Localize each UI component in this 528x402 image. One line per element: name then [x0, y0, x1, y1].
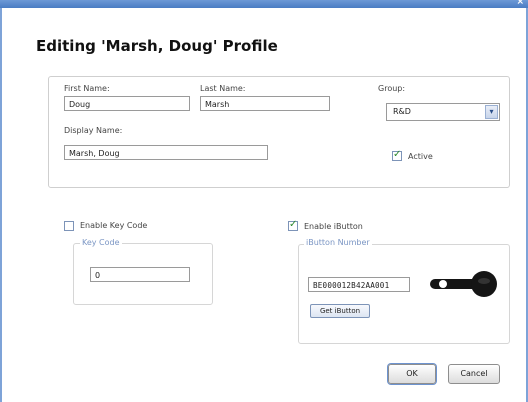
key-code-legend: Key Code: [80, 238, 122, 247]
page-title: Editing 'Marsh, Doug' Profile: [36, 37, 278, 55]
get-ibutton-button[interactable]: Get iButton: [310, 304, 370, 318]
key-code-field[interactable]: 0: [90, 267, 190, 282]
last-name-field[interactable]: Marsh: [200, 96, 330, 111]
ibutton-key-fob-icon: [430, 271, 497, 297]
active-label: Active: [408, 152, 433, 161]
checkmark-icon: ✓: [289, 219, 298, 230]
group-select-value: R&D: [393, 107, 411, 116]
display-name-field[interactable]: Marsh, Doug: [64, 145, 268, 160]
ibutton-legend: iButton Number: [304, 238, 372, 247]
active-checkbox[interactable]: ✓: [392, 149, 402, 161]
ibutton-number-field[interactable]: BE000012B42AA001: [308, 277, 410, 292]
ok-button[interactable]: OK: [388, 364, 436, 384]
first-name-label: First Name:: [64, 84, 110, 93]
first-name-field[interactable]: Doug: [64, 96, 190, 111]
enable-ibutton-checkbox[interactable]: ✓: [288, 219, 298, 231]
display-name-label: Display Name:: [64, 126, 123, 135]
window-titlebar: ×: [0, 0, 528, 8]
enable-key-code-checkbox[interactable]: [64, 221, 74, 231]
enable-ibutton-label: Enable iButton: [304, 222, 363, 231]
enable-key-code-label: Enable Key Code: [80, 221, 148, 230]
chevron-down-icon[interactable]: ▾: [485, 105, 498, 119]
checkmark-icon: ✓: [393, 149, 402, 160]
last-name-label: Last Name:: [200, 84, 246, 93]
group-label: Group:: [378, 84, 406, 93]
cancel-button[interactable]: Cancel: [448, 364, 500, 384]
window-border-left: [0, 8, 2, 402]
group-select[interactable]: R&D ▾: [386, 103, 500, 121]
close-icon[interactable]: ×: [516, 0, 524, 7]
